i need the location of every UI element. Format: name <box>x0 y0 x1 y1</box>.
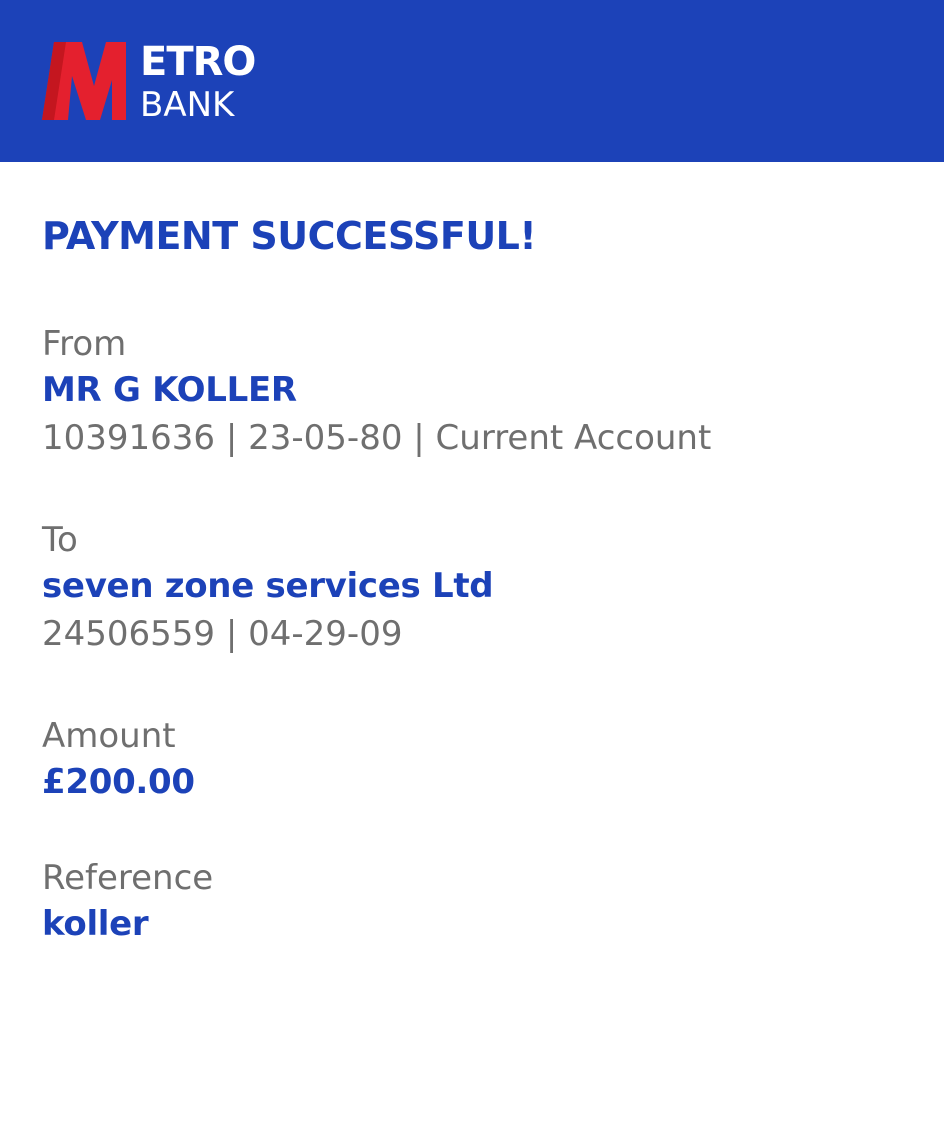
reference-label: Reference <box>42 858 214 898</box>
amount-label: Amount <box>42 716 176 756</box>
from-label: From <box>42 324 127 364</box>
reference-value: koller <box>42 904 149 944</box>
to-section: To seven zone services Ltd 24506559 | 04… <box>42 518 902 658</box>
to-name: seven zone services Ltd <box>42 566 494 606</box>
reference-section: Reference koller <box>42 856 902 948</box>
page-title: PAYMENT SUCCESSFUL! <box>42 214 537 258</box>
metro-m-icon <box>42 42 126 120</box>
metro-bank-logo: ETRO BANK <box>42 40 272 124</box>
from-name: MR G KOLLER <box>42 370 297 410</box>
app-header: ETRO BANK <box>0 0 944 162</box>
amount-section: Amount £200.00 <box>42 714 902 806</box>
to-label: To <box>42 520 78 560</box>
payment-receipt: PAYMENT SUCCESSFUL! From MR G KOLLER 103… <box>42 210 902 944</box>
logo-text-etro: ETRO <box>140 39 256 85</box>
amount-value: £200.00 <box>42 762 195 802</box>
logo-text-bank: BANK <box>140 85 235 125</box>
from-section: From MR G KOLLER 10391636 | 23-05-80 | C… <box>42 322 902 462</box>
from-account-details: 10391636 | 23-05-80 | Current Account <box>42 418 712 458</box>
to-account-details: 24506559 | 04-29-09 <box>42 614 403 654</box>
